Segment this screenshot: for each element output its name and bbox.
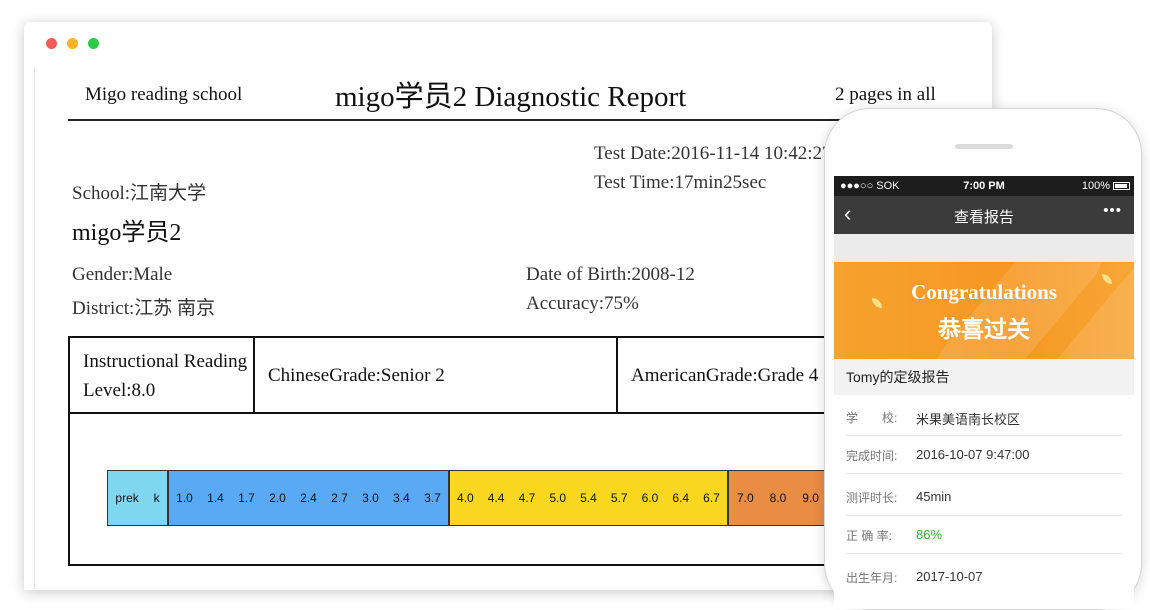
american-grade: AmericanGrade:Grade 4 [631,365,819,386]
phone-speaker [955,144,1013,149]
reading-level-label: Instructional Reading Level:8.0 [83,347,247,405]
phone-mockup: ●●●○○ SOK 7:00 PM 100% ‹ 查看报告 ••• Congra… [824,108,1142,610]
battery-icon [1113,182,1130,190]
close-window-button[interactable] [46,38,57,49]
scale-tick-label: 1.7 [238,491,255,505]
info-label: 学 校: [846,411,898,425]
scale-tick-label: 9.0 [802,491,819,505]
scale-tick-label: prek [115,491,139,505]
info-value-accuracy: 86% [916,527,943,542]
info-label: 测评时长: [846,491,898,505]
scale-tick-label: 5.0 [549,491,567,505]
scale-tick-label: 4.7 [518,491,536,505]
scale-tick-label: 2.0 [269,491,286,505]
scale-tick-label: 6.0 [641,491,659,505]
scale-tick-label: 6.4 [672,491,690,505]
scale-segment-yellow: 4.0 4.4 4.7 5.0 5.4 5.7 6.0 6.4 6.7 [449,470,728,526]
scale-tick-label: 2.7 [331,491,348,505]
scale-tick-label: k [153,491,160,505]
phone-screen: ●●●○○ SOK 7:00 PM 100% ‹ 查看报告 ••• Congra… [834,176,1134,609]
scale-tick-label: 3.7 [424,491,441,505]
report-page-count: 2 pages in all [835,84,936,105]
student-name: migo学员2 [72,220,182,246]
congrats-banner: Congratulations 恭喜过关 [834,262,1134,359]
gender-field: Gender:Male [72,264,173,285]
table-divider [616,338,618,413]
scale-tick-label: 4.4 [487,491,505,505]
browser-title-bar [24,22,992,66]
maximize-window-button[interactable] [88,38,99,49]
banner-english: Congratulations [911,280,1057,304]
dob-field: Date of Birth:2008-12 [526,264,695,285]
info-label: 正 确 率: [846,529,893,543]
scale-segment-blue: 1.0 1.4 1.7 2.0 2.4 2.7 3.0 3.4 3.7 [168,470,449,526]
info-value: 2017-10-07 [916,569,983,584]
chinese-grade: ChineseGrade:Senior 2 [268,365,445,386]
info-value: 米果美语南长校区 [916,412,1021,427]
info-label: 出生年月: [846,571,898,585]
info-row-school: 学 校: 米果美语南长校区 [846,397,1122,436]
scale-tick-label: 3.0 [362,491,379,505]
info-value: 2016-10-07 9:47:00 [916,447,1030,462]
test-time-field: Test Time:17min25sec [594,172,767,193]
scale-tick-label: 6.7 [703,491,720,505]
nav-bar: ‹ 查看报告 ••• [834,196,1134,234]
status-bar: ●●●○○ SOK 7:00 PM 100% [834,176,1134,196]
nav-title: 查看报告 [953,209,1014,226]
info-row-birth: 出生年月: 2017-10-07 [846,557,1122,595]
minimize-window-button[interactable] [67,38,78,49]
scale-tick-label: 1.0 [176,491,193,505]
report-heading: Tomy的定级报告 [834,359,1134,395]
test-date-field: Test Date:2016-11-14 10:42:27 [594,143,832,164]
reading-level-line2: Level:8.0 [83,380,156,401]
info-value: 45min [916,489,952,504]
report-title: migo学员2 Diagnostic Report [335,81,687,113]
info-row-finish-time: 完成时间: 2016-10-07 9:47:00 [846,435,1122,474]
accuracy-field: Accuracy:75% [526,293,639,314]
scale-tick-label: 5.4 [580,491,597,505]
scale-segment-orange: 7.0 8.0 9.0 [728,470,828,526]
header-divider [68,119,968,121]
school-field: School:江南大学 [72,183,207,204]
scale-tick-label: 2.4 [300,491,317,505]
level-scale: prek k 1.0 1.4 1.7 2.0 2.4 2.7 3.0 3.4 3.7 4.0 4.4… [107,470,828,528]
scale-tick-label: 4.0 [457,491,474,505]
reading-level-line1: Instructional Reading [83,351,248,372]
report-school-header: Migo reading school [85,84,243,105]
scale-tick-label: 8.0 [769,491,787,505]
info-row-duration: 测评时长: 45min [846,477,1122,516]
info-label: 完成时间: [846,449,898,463]
scale-tick-label: 7.0 [736,491,754,505]
scale-tick-label: 5.7 [610,491,628,505]
scale-tick-label: 1.4 [207,491,224,505]
table-divider [253,338,255,413]
spacer-band [834,234,1134,262]
scale-tick-label: 3.4 [393,491,410,505]
district-field: District:江苏 南京 [72,298,216,319]
more-icon[interactable]: ••• [1103,202,1122,219]
battery-percent: 100% [1081,180,1110,192]
report-heading-text: Tomy的定级报告 [846,369,950,385]
info-row-accuracy: 正 确 率: 86% [846,515,1122,554]
scale-segment-prek: prek k [107,470,168,526]
banner-chinese: 恭喜过关 [938,316,1030,342]
